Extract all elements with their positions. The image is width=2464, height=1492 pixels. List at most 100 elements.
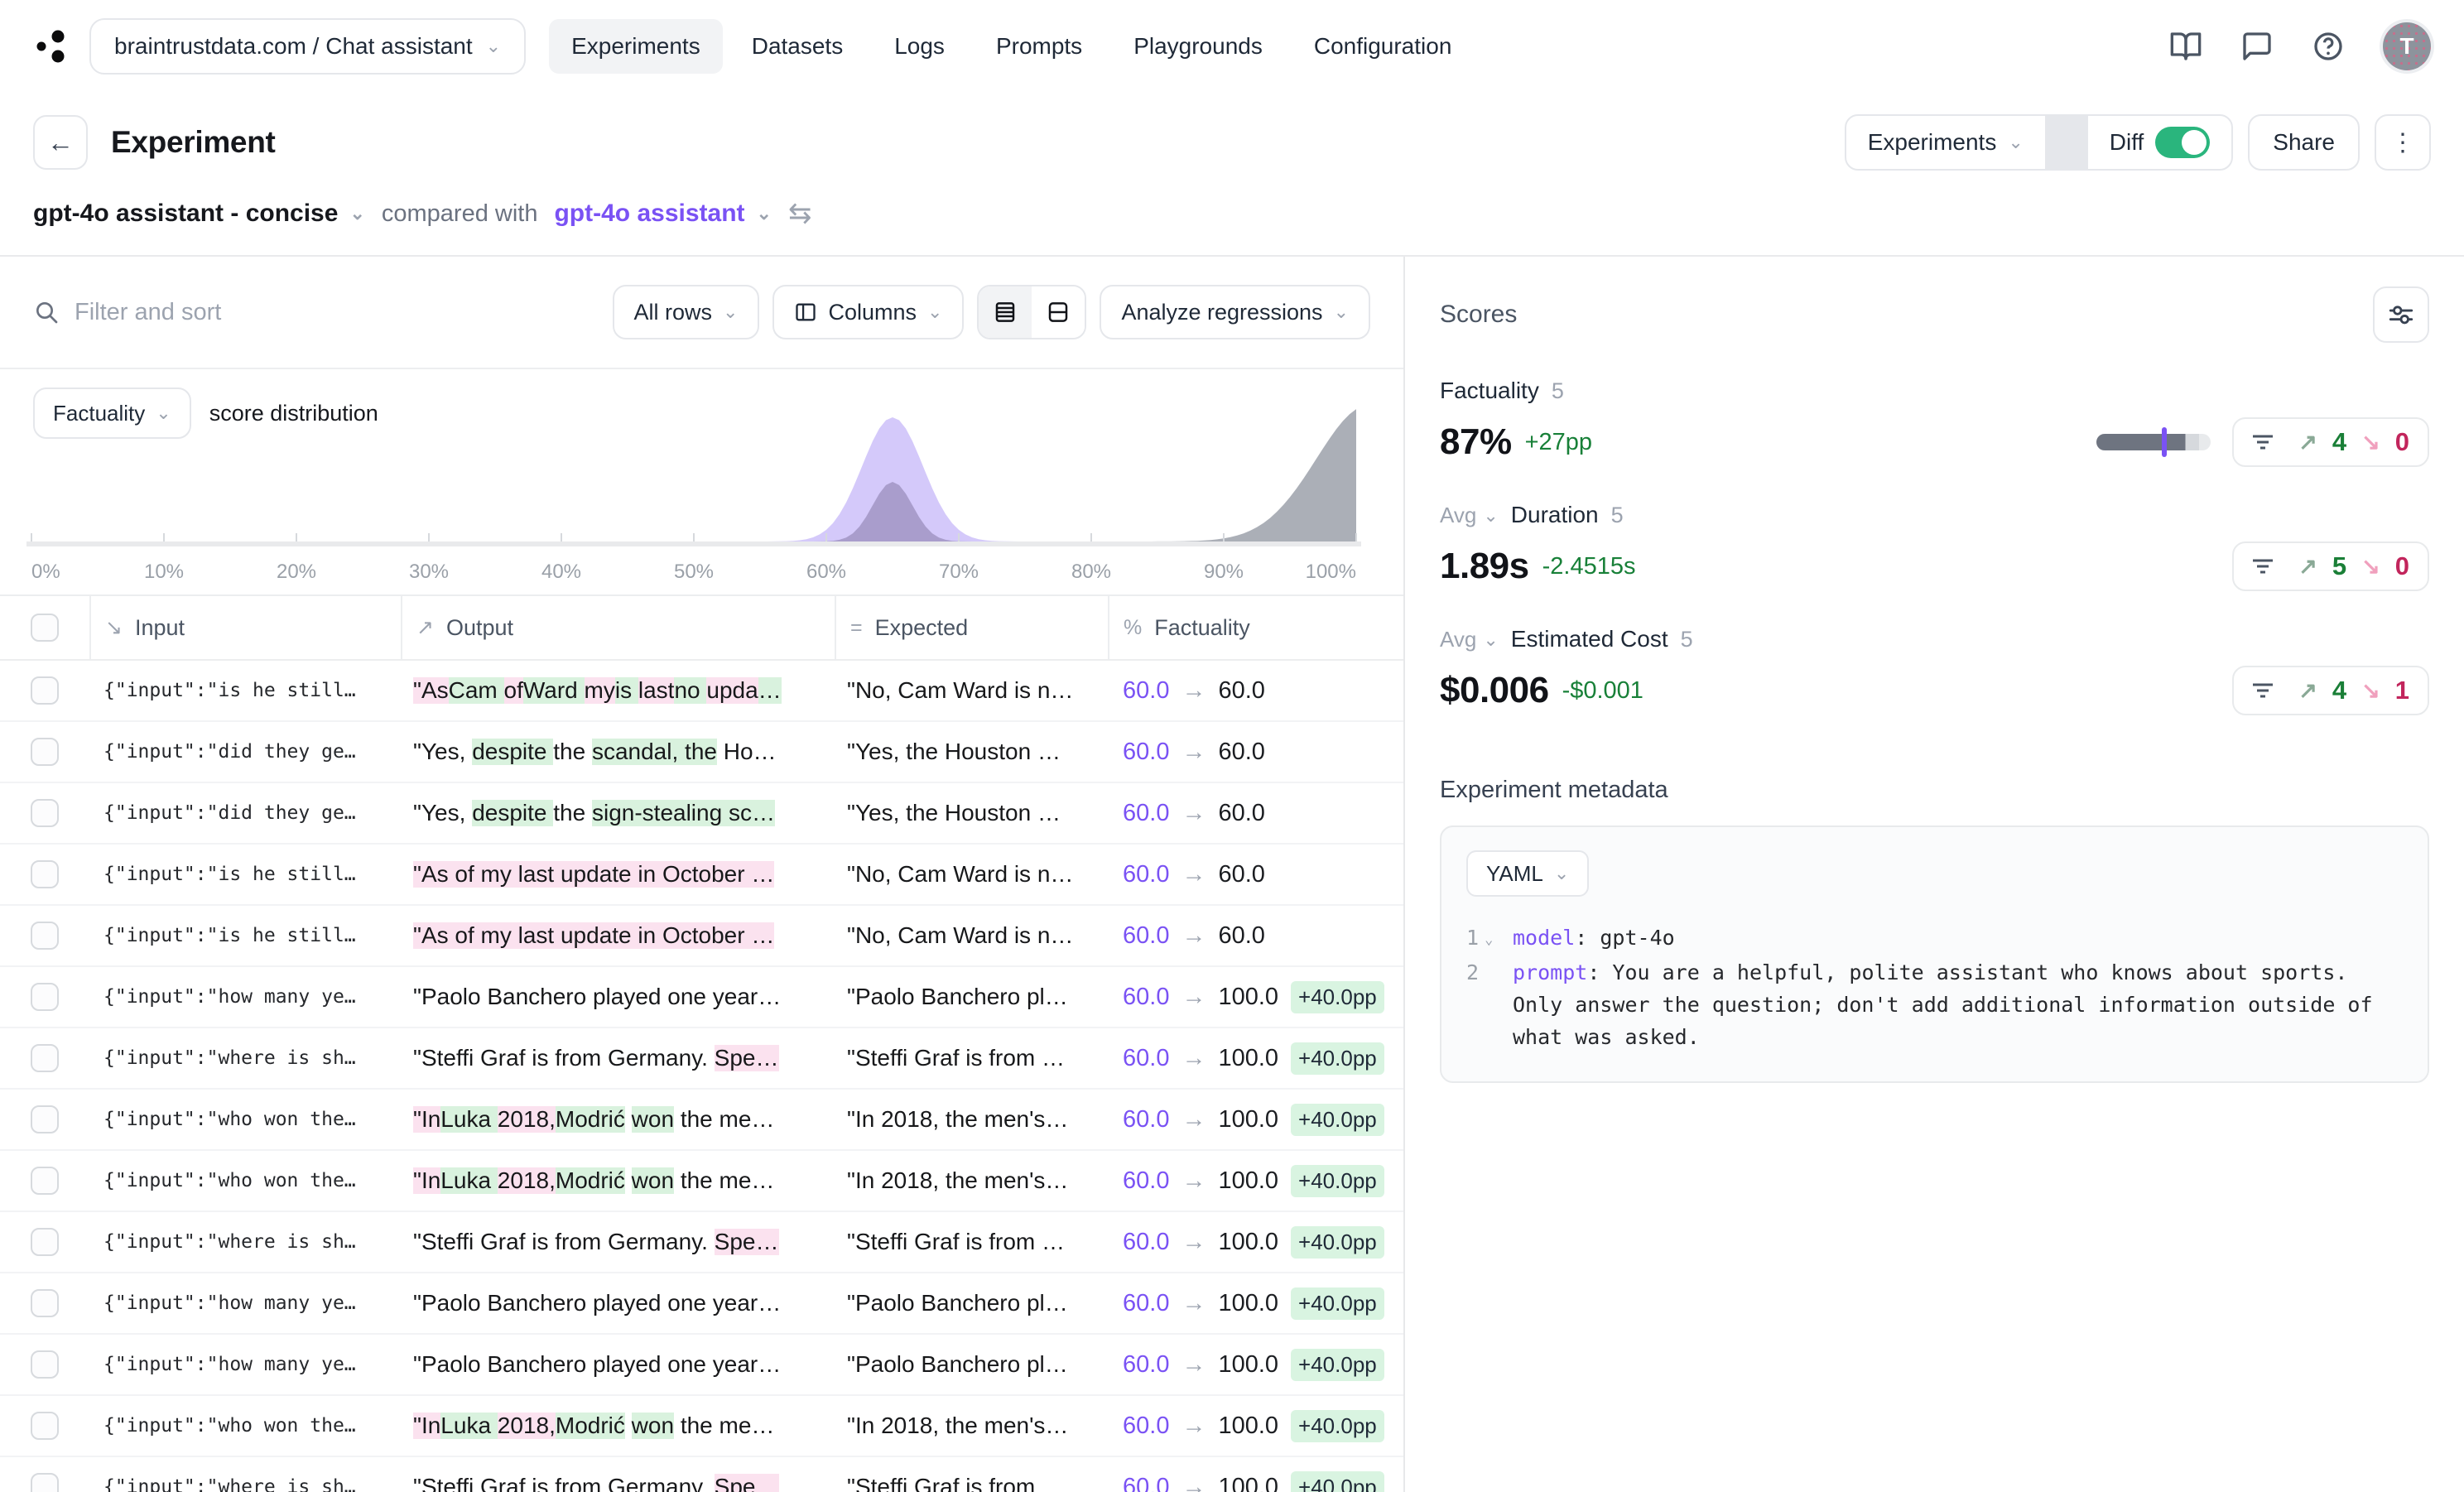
- select-all-checkbox[interactable]: [31, 614, 59, 642]
- cell-expected[interactable]: "Yes, the Houston …: [835, 739, 1108, 765]
- filter-search-input[interactable]: Filter and sort: [33, 299, 221, 326]
- cell-expected[interactable]: "Yes, the Houston …: [835, 800, 1108, 826]
- cell-input[interactable]: {"input":"how many ye…: [89, 1354, 401, 1375]
- cell-factuality-score[interactable]: 60.0 → 60.0: [1108, 922, 1403, 950]
- metadata-format-selector[interactable]: YAML ⌄: [1466, 850, 1590, 897]
- column-header-expected[interactable]: = Expected: [835, 596, 1108, 659]
- row-checkbox[interactable]: [31, 676, 59, 705]
- table-row[interactable]: {"input":"who won the… "InLuka 2018,Modri…: [0, 1090, 1403, 1151]
- table-row[interactable]: {"input":"where is sh… "Steffi Graf is fr…: [0, 1028, 1403, 1090]
- row-checkbox[interactable]: [31, 1167, 59, 1195]
- cell-factuality-score[interactable]: 60.0 → 100.0 +40.0pp: [1108, 1348, 1403, 1381]
- cell-output[interactable]: "Yes, despite the sign-stealing sc…: [401, 800, 835, 826]
- aggregation-selector[interactable]: Avg ⌄: [1440, 627, 1499, 652]
- table-row[interactable]: {"input":"who won the… "InLuka 2018,Modri…: [0, 1151, 1403, 1212]
- user-avatar[interactable]: T: [2383, 22, 2431, 70]
- row-checkbox[interactable]: [31, 799, 59, 827]
- cell-expected[interactable]: "In 2018, the men's…: [835, 1167, 1108, 1194]
- cell-input[interactable]: {"input":"how many ye…: [89, 986, 401, 1008]
- experiments-menu-button[interactable]: Experiments ⌄: [1846, 116, 2045, 169]
- tab-logs[interactable]: Logs: [872, 19, 967, 74]
- improvements-regressions-chip[interactable]: ↗ 5 ↘ 0: [2232, 541, 2429, 591]
- aggregation-selector[interactable]: Avg ⌄: [1440, 503, 1499, 528]
- cell-output[interactable]: "InLuka 2018,Modrić won the me…: [401, 1106, 835, 1133]
- cell-expected[interactable]: "No, Cam Ward is n…: [835, 861, 1108, 888]
- cell-factuality-score[interactable]: 60.0 → 100.0 +40.0pp: [1108, 980, 1403, 1013]
- row-checkbox[interactable]: [31, 738, 59, 766]
- diff-toggle[interactable]: [2155, 127, 2211, 158]
- cell-output[interactable]: "Steffi Graf is from Germany. Spe…: [401, 1474, 835, 1492]
- cell-input[interactable]: {"input":"how many ye…: [89, 1292, 401, 1314]
- score-settings-button[interactable]: [2373, 286, 2429, 343]
- cell-input[interactable]: {"input":"is he still…: [89, 680, 401, 701]
- cell-input[interactable]: {"input":"who won the…: [89, 1170, 401, 1191]
- baseline-experiment-selector[interactable]: gpt-4o assistant ⌄: [554, 200, 771, 228]
- score-range-slider[interactable]: [2096, 427, 2211, 457]
- row-checkbox[interactable]: [31, 1289, 59, 1317]
- row-checkbox[interactable]: [31, 1350, 59, 1379]
- cell-factuality-score[interactable]: 60.0 → 100.0 +40.0pp: [1108, 1042, 1403, 1075]
- cell-output[interactable]: "InLuka 2018,Modrić won the me…: [401, 1167, 835, 1194]
- cell-factuality-score[interactable]: 60.0 → 60.0: [1108, 861, 1403, 888]
- table-row[interactable]: {"input":"did they ge… "Yes, despite the …: [0, 783, 1403, 845]
- cell-output[interactable]: "As of my last update in October …: [401, 861, 835, 888]
- swap-comparison-icon[interactable]: ⇆: [788, 197, 812, 230]
- project-selector[interactable]: braintrustdata.com / Chat assistant ⌄: [89, 18, 527, 75]
- cell-input[interactable]: {"input":"where is sh…: [89, 1047, 401, 1069]
- row-checkbox[interactable]: [31, 922, 59, 950]
- docs-book-icon[interactable]: [2169, 30, 2202, 63]
- cell-expected[interactable]: "Steffi Graf is from …: [835, 1229, 1108, 1255]
- help-icon[interactable]: [2312, 30, 2345, 63]
- row-checkbox[interactable]: [31, 1412, 59, 1440]
- tab-prompts[interactable]: Prompts: [974, 19, 1104, 74]
- cell-output[interactable]: "Paolo Banchero played one year…: [401, 1351, 835, 1378]
- column-header-output[interactable]: ↗ Output: [401, 596, 835, 659]
- cell-factuality-score[interactable]: 60.0 → 100.0 +40.0pp: [1108, 1287, 1403, 1320]
- table-row[interactable]: {"input":"how many ye… "Paolo Banchero pl…: [0, 1335, 1403, 1396]
- improvements-regressions-chip[interactable]: ↗ 4 ↘ 1: [2232, 666, 2429, 715]
- cell-expected[interactable]: "No, Cam Ward is n…: [835, 922, 1108, 949]
- row-checkbox[interactable]: [31, 860, 59, 888]
- cell-factuality-score[interactable]: 60.0 → 100.0 +40.0pp: [1108, 1164, 1403, 1197]
- cell-input[interactable]: {"input":"did they ge…: [89, 802, 401, 824]
- row-checkbox[interactable]: [31, 1473, 59, 1492]
- cell-output[interactable]: "Steffi Graf is from Germany. Spe…: [401, 1229, 835, 1255]
- row-checkbox[interactable]: [31, 1228, 59, 1256]
- cell-input[interactable]: {"input":"who won the…: [89, 1109, 401, 1130]
- cell-input[interactable]: {"input":"who won the…: [89, 1415, 401, 1437]
- split-rows-view-button[interactable]: [1032, 286, 1085, 338]
- columns-button[interactable]: Columns ⌄: [772, 285, 965, 339]
- cell-input[interactable]: {"input":"is he still…: [89, 864, 401, 885]
- cell-output[interactable]: "Yes, despite the scandal, the Ho…: [401, 739, 835, 765]
- cell-input[interactable]: {"input":"is he still…: [89, 925, 401, 946]
- tab-experiments[interactable]: Experiments: [549, 19, 723, 74]
- cell-output[interactable]: "As of my last update in October …: [401, 922, 835, 949]
- more-options-button[interactable]: ⋮: [2375, 114, 2431, 171]
- cell-factuality-score[interactable]: 60.0 → 100.0 +40.0pp: [1108, 1103, 1403, 1136]
- cell-factuality-score[interactable]: 60.0 → 100.0 +40.0pp: [1108, 1409, 1403, 1442]
- back-button[interactable]: ←: [33, 115, 88, 170]
- cell-expected[interactable]: "Paolo Banchero pl…: [835, 1290, 1108, 1316]
- table-row[interactable]: {"input":"is he still… "As of my last upd…: [0, 845, 1403, 906]
- column-header-input[interactable]: ↘ Input: [89, 596, 401, 659]
- cell-output[interactable]: "Steffi Graf is from Germany. Spe…: [401, 1045, 835, 1071]
- cell-factuality-score[interactable]: 60.0 → 60.0: [1108, 739, 1403, 766]
- cell-factuality-score[interactable]: 60.0 → 100.0 +40.0pp: [1108, 1470, 1403, 1492]
- cell-output[interactable]: "Paolo Banchero played one year…: [401, 1290, 835, 1316]
- cell-output[interactable]: "InLuka 2018,Modrić won the me…: [401, 1413, 835, 1439]
- table-row[interactable]: {"input":"who won the… "InLuka 2018,Modri…: [0, 1396, 1403, 1457]
- cell-expected[interactable]: "No, Cam Ward is n…: [835, 677, 1108, 704]
- cell-output[interactable]: "Paolo Banchero played one year…: [401, 984, 835, 1010]
- analyze-regressions-button[interactable]: Analyze regressions ⌄: [1100, 285, 1370, 339]
- tab-datasets[interactable]: Datasets: [729, 19, 866, 74]
- row-checkbox[interactable]: [31, 1105, 59, 1133]
- cell-expected[interactable]: "Steffi Graf is from …: [835, 1045, 1108, 1071]
- column-header-factuality[interactable]: % Factuality: [1108, 596, 1403, 659]
- rows-filter-button[interactable]: All rows ⌄: [612, 285, 760, 339]
- collapse-caret-icon[interactable]: ⌄: [1485, 924, 1493, 956]
- cell-expected[interactable]: "Paolo Banchero pl…: [835, 1351, 1108, 1378]
- dense-rows-view-button[interactable]: [979, 286, 1032, 338]
- cell-expected[interactable]: "In 2018, the men's…: [835, 1106, 1108, 1133]
- improvements-regressions-chip[interactable]: ↗ 4 ↘ 0: [2232, 417, 2429, 467]
- row-checkbox[interactable]: [31, 983, 59, 1011]
